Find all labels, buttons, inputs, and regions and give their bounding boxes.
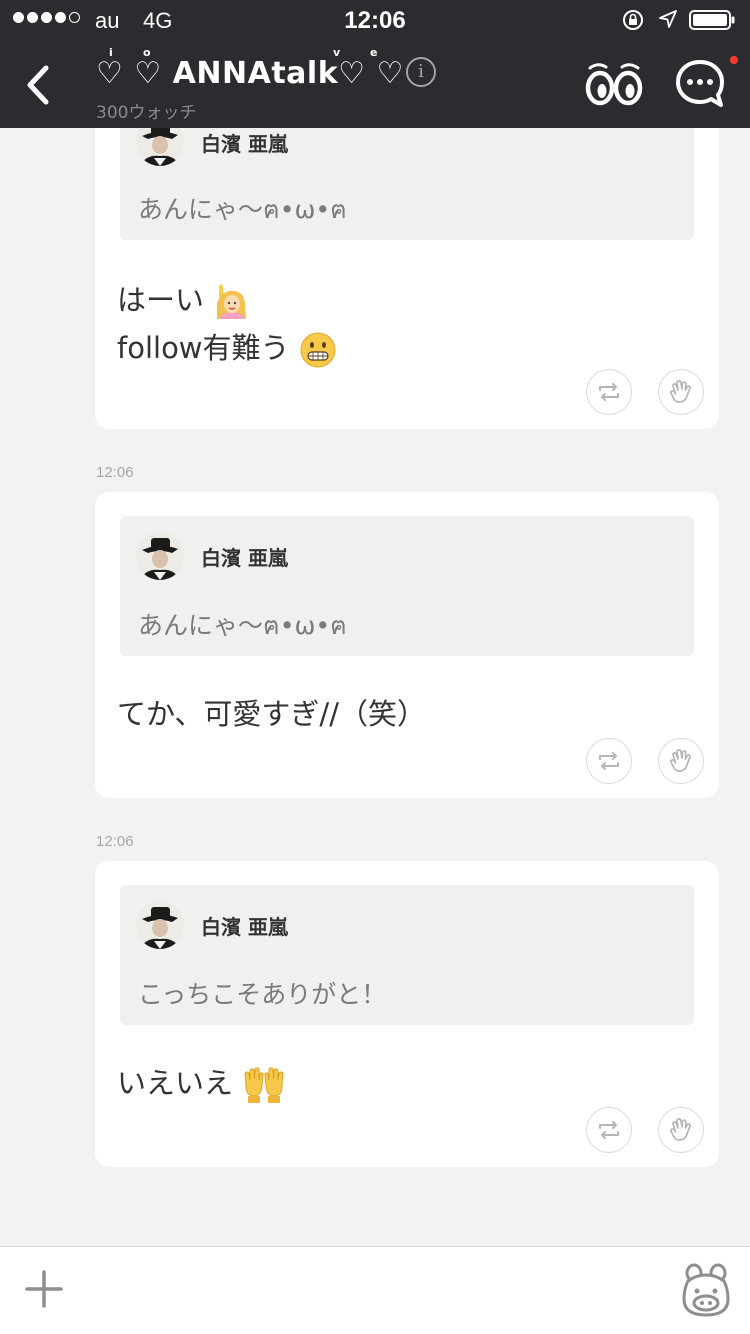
message-text: はーい follow有難う bbox=[117, 276, 337, 372]
status-bar: au 4G 12:06 bbox=[0, 0, 750, 40]
back-arrow-icon[interactable] bbox=[18, 60, 64, 110]
quoted-text: あんにゃ〜ฅ•ω•ฅ bbox=[138, 611, 347, 640]
clap-hand-icon bbox=[670, 749, 691, 772]
repost-button[interactable] bbox=[586, 738, 632, 784]
bottom-input-bar bbox=[0, 1246, 750, 1334]
plus-icon[interactable] bbox=[24, 1269, 64, 1309]
avatar-image bbox=[136, 532, 184, 580]
post-timestamp: 12:06 bbox=[96, 464, 134, 481]
avatar-image bbox=[136, 128, 184, 166]
quoted-post[interactable]: 白濱 亜嵐 こっちこそありがと！ bbox=[120, 885, 694, 1025]
quoted-text: こっちこそありがと！ bbox=[138, 980, 387, 1009]
post-card: 白濱 亜嵐 あんにゃ〜ฅ•ω•ฅ はーい follow有難う bbox=[95, 128, 719, 429]
repost-button[interactable] bbox=[586, 369, 632, 415]
raising-hand-emoji bbox=[217, 284, 247, 319]
chat-bubble-icon[interactable] bbox=[674, 58, 726, 110]
clap-hand-icon bbox=[670, 380, 691, 403]
battery-icon bbox=[689, 10, 735, 30]
repost-icon bbox=[599, 1121, 619, 1139]
message-line: はーい bbox=[117, 283, 205, 317]
notification-dot bbox=[730, 56, 738, 64]
bear-stamp-icon[interactable] bbox=[680, 1263, 732, 1319]
raising-both-hands-emoji bbox=[244, 1067, 284, 1103]
quoted-text: あんにゃ〜ฅ•ω•ฅ bbox=[138, 195, 347, 224]
rotation-lock-icon bbox=[623, 10, 643, 30]
message-text: いえいえ bbox=[117, 1059, 286, 1107]
eyes-watch-icon[interactable] bbox=[584, 60, 644, 110]
channel-title: ♡ ♡ ANNAtalk♡ ♡ bbox=[96, 56, 404, 91]
clap-button[interactable] bbox=[658, 1107, 704, 1153]
quoted-author-name[interactable]: 白濱 亜嵐 bbox=[201, 911, 288, 940]
avatar[interactable] bbox=[136, 901, 184, 949]
avatar[interactable] bbox=[136, 128, 184, 166]
message-text: てか、可愛すぎ//（笑） bbox=[117, 690, 426, 738]
quoted-author-name[interactable]: 白濱 亜嵐 bbox=[201, 542, 288, 571]
post-card: 白濱 亜嵐 こっちこそありがと！ いえいえ bbox=[95, 861, 719, 1167]
avatar[interactable] bbox=[136, 532, 184, 580]
repost-button[interactable] bbox=[586, 1107, 632, 1153]
message-line: follow有難う bbox=[117, 331, 290, 365]
quoted-post[interactable]: 白濱 亜嵐 あんにゃ〜ฅ•ω•ฅ bbox=[120, 128, 694, 240]
location-arrow-icon bbox=[659, 10, 677, 28]
message-line: いえいえ bbox=[117, 1066, 234, 1100]
post-timestamp: 12:06 bbox=[96, 833, 134, 850]
clap-button[interactable] bbox=[658, 369, 704, 415]
grinning-face-emoji bbox=[300, 332, 336, 368]
quoted-post[interactable]: 白濱 亜嵐 あんにゃ〜ฅ•ω•ฅ bbox=[120, 516, 694, 656]
repost-icon bbox=[599, 752, 619, 770]
clap-hand-icon bbox=[670, 1118, 691, 1141]
nav-header: i o v e ♡ ♡ ANNAtalk♡ ♡ 300ウォッチ i bbox=[0, 40, 750, 128]
post-card: 白濱 亜嵐 あんにゃ〜ฅ•ω•ฅ てか、可愛すぎ//（笑） bbox=[95, 492, 719, 798]
clap-button[interactable] bbox=[658, 738, 704, 784]
repost-icon bbox=[599, 383, 619, 401]
avatar-image bbox=[136, 901, 184, 949]
watcher-count: 300ウォッチ bbox=[96, 103, 197, 123]
quoted-author-name[interactable]: 白濱 亜嵐 bbox=[201, 128, 288, 157]
info-icon[interactable]: i bbox=[406, 57, 436, 87]
message-feed[interactable]: 白濱 亜嵐 あんにゃ〜ฅ•ω•ฅ はーい follow有難う 12:06 白濱 … bbox=[0, 128, 750, 1246]
message-line: てか、可愛すぎ//（笑） bbox=[117, 697, 426, 731]
